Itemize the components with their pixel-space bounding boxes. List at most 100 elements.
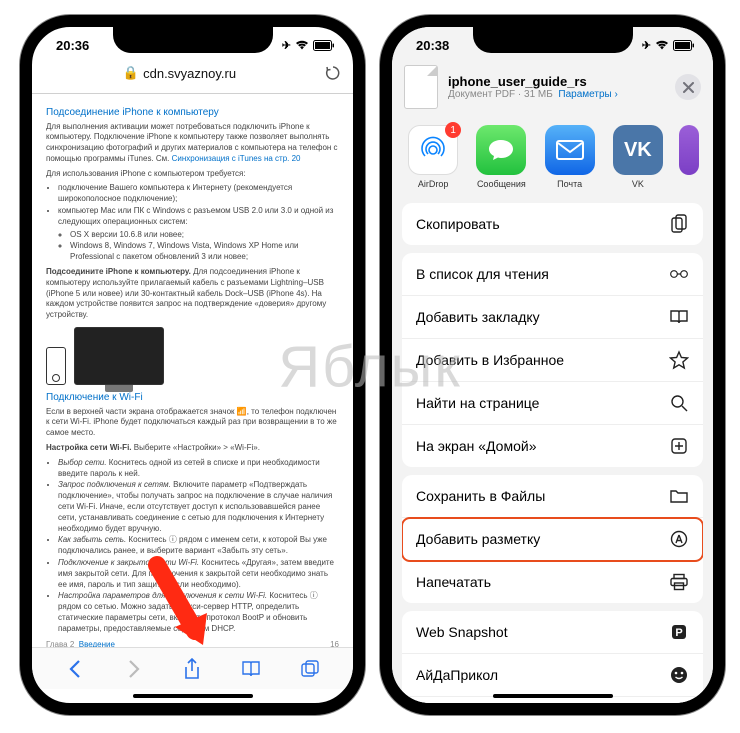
doc-p5a: Настройка сети Wi-Fi. — [46, 443, 132, 452]
doc-li4a: Запрос подключения к сетям. — [58, 480, 171, 489]
file-info: iphone_user_guide_rs Документ PDF · 31 М… — [448, 74, 665, 100]
action-glasses[interactable]: В список для чтения — [402, 253, 703, 296]
action-smiley[interactable]: АйДаПрикол — [402, 654, 703, 697]
app-airdrop[interactable]: 1 AirDrop — [406, 125, 460, 189]
action-label: Напечатать — [416, 574, 491, 590]
action-star[interactable]: Добавить в Избранное — [402, 339, 703, 382]
action-group: Скопировать — [402, 203, 703, 245]
copy-icon — [669, 214, 689, 234]
app-more[interactable] — [679, 125, 699, 189]
action-label: Web Snapshot — [416, 624, 508, 640]
phone-right: 20:38 ✈︎ iphone_user_guide_rs Документ P… — [380, 15, 725, 715]
doc-heading-2: Подключение к Wi-Fi — [46, 391, 339, 405]
action-markup[interactable]: Добавить разметку — [402, 518, 703, 561]
doc-heading-1: Подсоединение iPhone к компьютеру — [46, 106, 339, 120]
action-label: АйДаПрикол — [416, 667, 498, 683]
doc-p5b: Выберите «Настройки» > «Wi-Fi». — [132, 443, 260, 452]
badge: 1 — [445, 122, 461, 138]
chevron-right-icon: › — [614, 89, 617, 100]
share-actions[interactable]: Скопировать В список для чтения Добавить з… — [392, 203, 713, 713]
doc-p4: Если в верхней части экрана отображается… — [46, 407, 339, 439]
action-group: В список для чтения Добавить закладку Доба… — [402, 253, 703, 467]
app-label: Почта — [557, 179, 582, 189]
lock-icon: 🔒 — [123, 65, 139, 81]
refresh-button[interactable] — [323, 63, 343, 83]
action-label: В список для чтения — [416, 266, 549, 282]
file-thumbnail — [404, 65, 438, 109]
phone-left: 20:36 ✈︎ 🔒 cdn.svyaznoy.ru Подсоединение… — [20, 15, 365, 715]
file-params-link[interactable]: Параметры — [558, 89, 611, 100]
action-plus-square[interactable]: На экран «Домой» — [402, 425, 703, 467]
doc-p3a: Подсоедините iPhone к компьютеру. — [46, 267, 191, 276]
devices-illustration — [46, 327, 339, 385]
doc-p2: Для использования iPhone с компьютером т… — [46, 169, 339, 180]
share-sheet-header: iphone_user_guide_rs Документ PDF · 31 М… — [392, 57, 713, 121]
action-folder[interactable]: Сохранить в Файлы — [402, 475, 703, 518]
action-print[interactable]: Напечатать — [402, 561, 703, 603]
home-indicator[interactable] — [133, 694, 253, 698]
bookmarks-button[interactable] — [240, 658, 262, 680]
app-messages[interactable]: Сообщения — [474, 125, 528, 189]
notch — [113, 27, 273, 53]
doc-li2b: Windows 8, Windows 7, Windows Vista, Win… — [70, 241, 339, 263]
letter-p-icon: P — [669, 622, 689, 642]
status-time: 20:38 — [416, 38, 449, 53]
plus-square-icon — [669, 436, 689, 456]
url-field[interactable]: 🔒 cdn.svyaznoy.ru — [42, 65, 317, 81]
action-label: Добавить разметку — [416, 531, 540, 547]
action-label: Скопировать — [416, 216, 500, 232]
smiley-icon — [669, 665, 689, 685]
status-icons: ✈︎ — [282, 39, 335, 52]
action-book[interactable]: Добавить закладку — [402, 296, 703, 339]
file-title: iphone_user_guide_rs — [448, 74, 665, 89]
book-icon — [669, 307, 689, 327]
back-button[interactable] — [64, 658, 86, 680]
app-mail[interactable]: Почта — [543, 125, 597, 189]
folder-icon — [669, 486, 689, 506]
action-label: Добавить закладку — [416, 309, 540, 325]
svg-text:P: P — [675, 627, 682, 639]
action-label: Добавить в Избранное — [416, 352, 564, 368]
action-label: На экран «Домой» — [416, 438, 536, 454]
doc-li2: компьютер Mac или ПК с Windows с разъемо… — [58, 206, 333, 226]
app-label: AirDrop — [418, 179, 449, 189]
airplane-icon: ✈︎ — [642, 39, 651, 52]
print-icon — [669, 572, 689, 592]
share-button[interactable] — [181, 658, 203, 680]
doc-link-1[interactable]: Синхронизация с iTunes на стр. 20 — [172, 154, 301, 163]
close-button[interactable] — [675, 74, 701, 100]
action-copy[interactable]: Скопировать — [402, 203, 703, 245]
doc-li1: подключение Вашего компьютера к Интернет… — [58, 183, 339, 205]
doc-li3a: Выбор сети. — [58, 458, 107, 467]
status-icons: ✈︎ — [642, 39, 695, 52]
action-label: Найти на странице — [416, 395, 539, 411]
action-letter-p[interactable]: Web Snapshot P — [402, 611, 703, 654]
action-label: Сохранить в Файлы — [416, 488, 545, 504]
battery-icon — [673, 40, 695, 51]
doc-li2a: OS X версии 10.6.8 или новее; — [70, 230, 339, 241]
app-label: VK — [632, 179, 644, 189]
share-apps-row[interactable]: 1 AirDrop Сообщения Почта VK VK — [392, 121, 713, 203]
url-text: cdn.svyaznoy.ru — [143, 66, 236, 81]
action-group: Сохранить в Файлы Добавить разметку Напеча… — [402, 475, 703, 603]
imac-illustration — [74, 327, 164, 385]
doc-li5a: Как забыть сеть. — [58, 535, 126, 544]
document-content[interactable]: Подсоединение iPhone к компьютеру Для вы… — [32, 94, 353, 654]
wifi-icon — [295, 40, 309, 50]
tabs-button[interactable] — [299, 658, 321, 680]
action-search[interactable]: Найти на странице — [402, 382, 703, 425]
safari-toolbar — [32, 647, 353, 689]
notch — [473, 27, 633, 53]
url-bar: 🔒 cdn.svyaznoy.ru — [32, 57, 353, 94]
file-type: Документ PDF — [448, 89, 515, 100]
chat-icon — [669, 708, 689, 713]
battery-icon — [313, 40, 335, 51]
action-chat[interactable]: Delayed Time iMessage — [402, 697, 703, 713]
app-label: Сообщения — [477, 179, 526, 189]
glasses-icon — [669, 264, 689, 284]
app-vk[interactable]: VK VK — [611, 125, 665, 189]
star-icon — [669, 350, 689, 370]
forward-button[interactable] — [123, 658, 145, 680]
action-label: Delayed Time iMessage — [416, 710, 565, 713]
home-indicator[interactable] — [493, 694, 613, 698]
